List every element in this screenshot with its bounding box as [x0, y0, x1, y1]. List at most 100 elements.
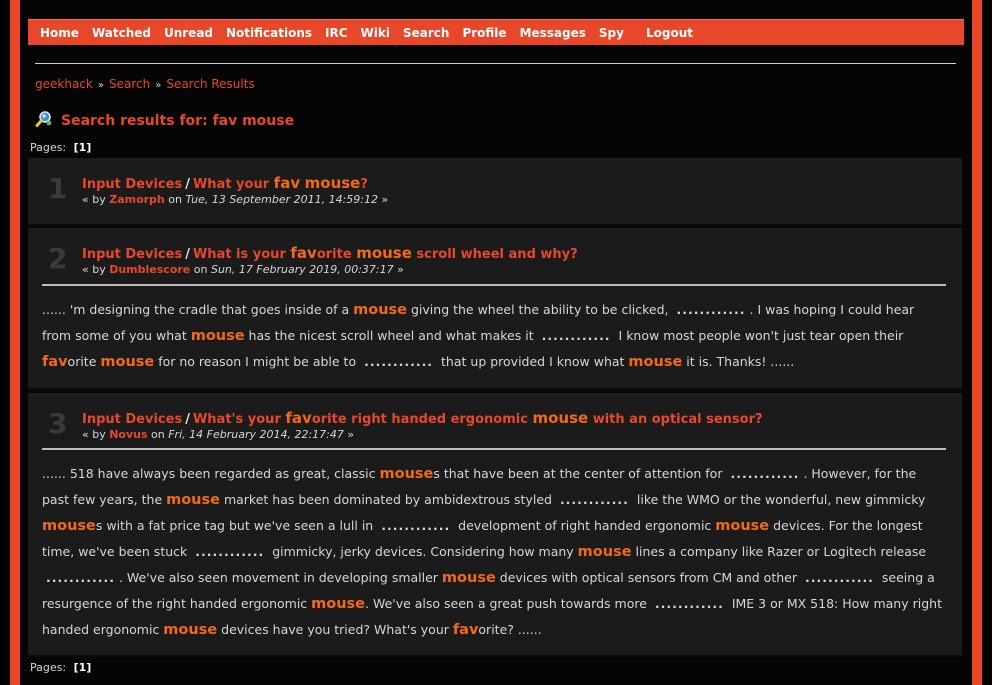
topic-link[interactable]: What's your favorite right handed ergono… — [192, 409, 763, 427]
highlight-term: fav — [285, 409, 312, 427]
excerpt-text: . We've also seen a great push towards m… — [365, 596, 651, 611]
search-results-title: Search results for: fav mouse — [61, 113, 295, 129]
menu-spy[interactable]: Spy — [599, 26, 624, 40]
excerpt-text: market has been dominated by ambidextrou… — [219, 492, 556, 507]
pagination-top: Pages: [1] — [30, 141, 91, 154]
excerpt-text: like the WMO or the wonderful, new gimmi… — [632, 492, 926, 507]
result-meta: « by Dumblescore on Sun, 17 February 201… — [82, 263, 578, 276]
topic-link[interactable]: What is your favorite mouse scroll wheel… — [192, 244, 578, 262]
on-label: on — [168, 193, 182, 206]
topic-text: ? — [360, 177, 368, 192]
breadcrumb-geekhack[interactable]: geekhack — [35, 77, 93, 91]
main-menu: Home Watched Unread Notifications IRC Wi… — [28, 19, 964, 45]
menu-profile[interactable]: Profile — [462, 26, 506, 40]
result-topic: Input Devices / What's your favorite right… — [82, 409, 763, 427]
meta-end: » — [381, 193, 389, 206]
result-number: 3 — [48, 407, 68, 440]
menu-search[interactable]: Search — [403, 26, 449, 40]
breadcrumb-search-results[interactable]: Search Results — [166, 77, 254, 91]
excerpt-text: s with a fat price tag but we've seen a … — [95, 518, 378, 533]
pages-label: Pages: — [30, 661, 67, 674]
result-divider — [42, 448, 946, 450]
on-label: on — [151, 428, 165, 441]
result-header: Input Devices / What's your favorite right… — [82, 409, 763, 441]
excerpt-text: it is. Thanks! ...... — [682, 354, 795, 369]
topic-text: What is your — [192, 247, 291, 262]
highlight-term: fav — [452, 622, 479, 638]
search-icon — [35, 110, 53, 132]
page-link-1[interactable]: [1] — [74, 141, 92, 154]
pagination-bottom: Pages: [1] — [30, 661, 91, 674]
topic-text: What your — [192, 177, 274, 192]
result-excerpt: ...... 'm designing the cradle that goes… — [42, 297, 946, 375]
highlight-term: mouse — [304, 174, 361, 192]
excerpt-text: development of right handed ergonomic — [454, 518, 716, 533]
highlight-term: mouse — [163, 622, 218, 638]
post-date: Fri, 14 February 2014, 22:17:47 — [168, 428, 344, 441]
author-link[interactable]: Dumblescore — [109, 263, 190, 276]
ellipsis: ............ — [730, 466, 800, 481]
menu-notifications[interactable]: Notifications — [226, 26, 312, 40]
highlight-term: fav — [273, 174, 301, 192]
highlight-term: mouse — [166, 492, 220, 508]
highlight-term: mouse — [577, 544, 632, 560]
topic-text: scroll wheel and why? — [411, 247, 578, 262]
post-date: Tue, 13 September 2011, 14:59:12 — [185, 193, 379, 206]
excerpt-text: orite — [67, 354, 101, 369]
breadcrumb-search[interactable]: Search — [109, 77, 150, 91]
menu-wiki[interactable]: Wiki — [361, 26, 390, 40]
excerpt-text: orite? ...... — [478, 622, 542, 637]
ellipsis: ............ — [559, 492, 629, 507]
right-border — [972, 0, 982, 685]
topic-text: with an optical sensor? — [588, 412, 763, 427]
by-label: « by — [82, 428, 106, 441]
highlight-term: mouse — [628, 354, 683, 370]
highlight-term: mouse — [190, 328, 245, 344]
author-link[interactable]: Novus — [109, 428, 147, 441]
highlight-term: mouse — [715, 518, 770, 534]
menu-unread[interactable]: Unread — [164, 26, 213, 40]
ellipsis: ............ — [195, 544, 265, 559]
excerpt-text: devices have you tried? What's your — [217, 622, 453, 637]
header-divider — [35, 63, 956, 64]
excerpt-text: s that have been at the center of attent… — [433, 466, 727, 481]
highlight-term: fav — [290, 244, 317, 262]
menu-irc[interactable]: IRC — [325, 26, 348, 40]
page-title: Search results for: fav mouse — [35, 110, 294, 132]
page-link-1[interactable]: [1] — [74, 661, 92, 674]
search-result-2: 2 Input Devices / What is your favorite mo… — [28, 228, 962, 390]
ellipsis: ............ — [654, 596, 724, 611]
topic-separator: / — [185, 412, 190, 427]
topic-text: What's your — [192, 412, 286, 427]
excerpt-text: ...... 518 have always been regarded as … — [42, 466, 380, 481]
ellipsis: ............ — [541, 328, 611, 343]
search-result-3: 3 Input Devices / What's your favorite rig… — [28, 393, 962, 657]
highlight-term: mouse — [532, 409, 589, 427]
board-link[interactable]: Input Devices — [82, 412, 182, 427]
highlight-term: mouse — [441, 570, 496, 586]
highlight-term: mouse — [379, 466, 434, 482]
author-link[interactable]: Zamorph — [109, 193, 165, 206]
breadcrumb: geekhack » Search » Search Results — [35, 77, 255, 91]
highlight-term: mouse — [311, 596, 365, 612]
excerpt-text: for no reason I might be able to — [154, 354, 361, 369]
excerpt-text: gimmicky, jerky devices. Considering how… — [268, 544, 578, 559]
left-border — [10, 0, 20, 685]
menu-watched[interactable]: Watched — [92, 26, 151, 40]
menu-messages[interactable]: Messages — [520, 26, 586, 40]
topic-link[interactable]: What your fav mouse? — [192, 174, 368, 192]
highlight-term: fav — [42, 354, 68, 370]
ellipsis: ............ — [46, 570, 115, 585]
ellipsis: ............ — [381, 518, 451, 533]
ellipsis: ............ — [804, 570, 874, 585]
menu-home[interactable]: Home — [40, 26, 79, 40]
excerpt-text: lines a company like Razer or Logitech r… — [631, 544, 927, 559]
meta-end: » — [347, 428, 355, 441]
menu-logout[interactable]: Logout — [646, 26, 693, 40]
board-link[interactable]: Input Devices — [82, 247, 182, 262]
excerpt-text: ...... 'm designing the cradle that goes… — [42, 302, 354, 317]
excerpt-text: has the nicest scroll wheel and what mak… — [244, 328, 538, 343]
by-label: « by — [82, 193, 106, 206]
board-link[interactable]: Input Devices — [82, 177, 182, 192]
topic-separator: / — [185, 247, 190, 262]
